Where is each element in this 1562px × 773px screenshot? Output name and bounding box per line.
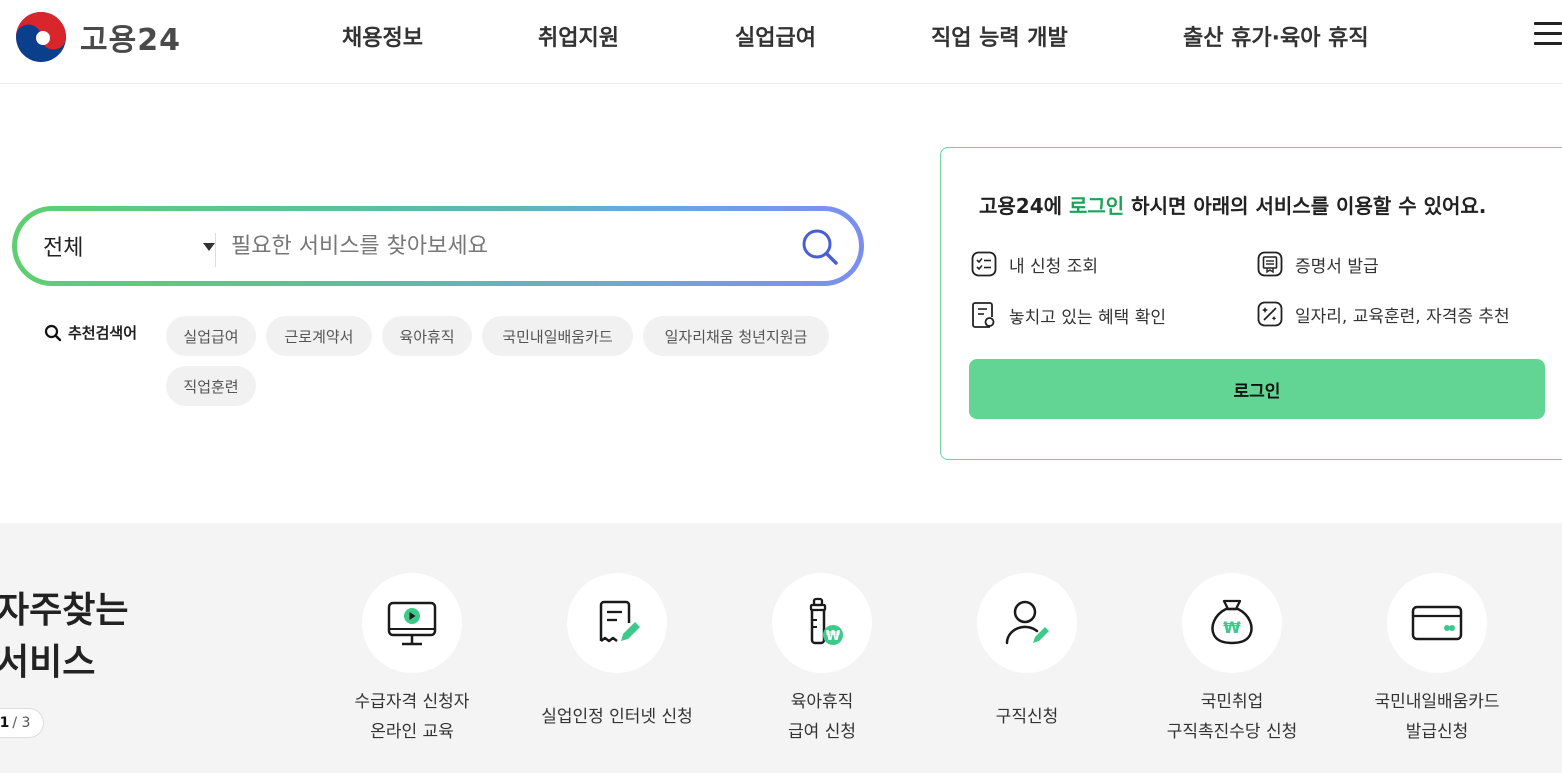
service-my-applications[interactable]: 내 신청 조회 <box>971 251 1098 277</box>
frequent-service-label: 국민내일배움카드 발급신청 <box>1337 687 1537 747</box>
search-input[interactable] <box>231 225 771 267</box>
service-missed-benefits[interactable]: 놓치고 있는 혜택 확인 <box>971 301 1166 329</box>
frequent-service-icon-circle <box>362 573 462 673</box>
card-icon <box>1411 605 1463 641</box>
login-button[interactable]: 로그인 <box>969 359 1545 419</box>
frequent-title-line1: 자주찾는 <box>0 590 129 631</box>
frequent-service-item[interactable]: ₩ 육아휴직 급여 신청 <box>722 573 922 763</box>
keyword-chip[interactable]: 직업훈련 <box>166 366 256 406</box>
frequent-service-item[interactable]: 실업인정 인터넷 신청 <box>517 573 717 763</box>
label-line1: 육아휴직 <box>790 692 854 712</box>
keyword-chip[interactable]: 실업급여 <box>166 316 256 356</box>
recommended-label-text: 추천검색어 <box>68 324 138 342</box>
nav-item-unemployment-benefit[interactable]: 실업급여 <box>735 20 816 52</box>
label-line2: 온라인 교육 <box>370 722 454 742</box>
label-line2: 발급신청 <box>1405 722 1469 742</box>
label-line1: 국민취업 <box>1200 692 1264 712</box>
frequent-service-label: 실업인정 인터넷 신청 <box>517 702 717 732</box>
service-label: 증명서 발급 <box>1295 256 1379 277</box>
caret-down-icon <box>203 243 215 251</box>
keyword-chip[interactable]: 근로계약서 <box>266 316 372 356</box>
keyword-chip[interactable]: 육아휴직 <box>382 316 472 356</box>
login-panel-title: 고용24에 로그인 하시면 아래의 서비스를 이용할 수 있어요. <box>979 190 1486 219</box>
search-bar: 전체 <box>12 206 864 286</box>
nav-item-jobs[interactable]: 채용정보 <box>342 20 423 52</box>
keyword-chip[interactable]: 국민내일배움카드 <box>482 316 633 356</box>
frequent-service-icon-circle <box>567 573 667 673</box>
nav-item-employment-support[interactable]: 취업지원 <box>538 20 619 52</box>
money-bag-won-icon: ₩ <box>1211 599 1253 645</box>
label-line2: 구직촉진수당 신청 <box>1166 722 1298 742</box>
page-current: 1 <box>0 715 10 731</box>
menu-hamburger-icon[interactable] <box>1534 22 1562 48</box>
frequent-service-label: 구직신청 <box>927 702 1127 732</box>
frequent-service-icon-circle <box>977 573 1077 673</box>
label-line1: 실업인정 인터넷 신청 <box>541 707 693 727</box>
taegeuk-logo-icon <box>16 12 66 62</box>
frequent-service-icon-circle <box>1387 573 1487 673</box>
search-bar-inner: 전체 <box>17 211 859 281</box>
label-line2: 급여 신청 <box>788 722 856 742</box>
search-divider <box>215 233 216 267</box>
nav-item-skill-development[interactable]: 직업 능력 개발 <box>931 20 1068 52</box>
search-icon[interactable] <box>799 226 841 268</box>
frequent-service-label: 국민취업 구직촉진수당 신청 <box>1132 687 1332 747</box>
magic-wand-icon <box>1257 301 1283 327</box>
document-search-icon <box>972 302 995 328</box>
baby-bottle-won-icon: ₩ <box>809 597 843 645</box>
label-line1: 구직신청 <box>995 707 1059 727</box>
certificate-icon <box>1257 251 1283 277</box>
svg-text:₩: ₩ <box>1223 618 1241 637</box>
search-category-value: 전체 <box>43 236 84 261</box>
logo-text: 고용24 <box>80 23 181 58</box>
frequent-services-title: 자주찾는 서비스 <box>0 585 128 689</box>
keyword-chip[interactable]: 일자리채움 청년지원금 <box>643 316 829 356</box>
label-line1: 국민내일배움카드 <box>1374 692 1500 712</box>
svg-text:₩: ₩ <box>826 629 841 644</box>
service-label: 내 신청 조회 <box>1009 256 1099 277</box>
recommended-keywords-label: 추천검색어 <box>44 322 137 343</box>
service-label: 일자리, 교육훈련, 자격증 추천 <box>1295 306 1510 327</box>
page-total: / 3 <box>12 715 31 731</box>
checklist-icon <box>971 251 997 277</box>
nav-item-parental-leave[interactable]: 출산 휴가·육아 휴직 <box>1183 20 1369 52</box>
service-certificate-issue[interactable]: 증명서 발급 <box>1257 251 1379 277</box>
frequent-service-label: 육아휴직 급여 신청 <box>722 687 922 747</box>
service-recommendations[interactable]: 일자리, 교육훈련, 자격증 추천 <box>1257 301 1510 327</box>
frequent-service-label: 수급자격 신청자 온라인 교육 <box>312 687 512 747</box>
frequent-services-section: 자주찾는 서비스 1/ 3 수급자격 신청자 온라인 교육 실업인정 인터넷 신… <box>0 523 1562 773</box>
frequent-service-item[interactable]: 구직신청 <box>927 573 1127 763</box>
monitor-play-icon <box>387 601 437 646</box>
document-pen-icon <box>599 600 640 643</box>
frequent-title-line2: 서비스 <box>0 642 96 683</box>
login-title-highlight: 로그인 <box>1069 194 1125 218</box>
service-label: 놓치고 있는 혜택 확인 <box>1009 307 1166 328</box>
site-logo[interactable]: 고용24 <box>14 10 181 64</box>
login-title-suffix: 하시면 아래의 서비스를 이용할 수 있어요. <box>1124 194 1487 218</box>
label-line1: 수급자격 신청자 <box>354 692 470 712</box>
frequent-service-item[interactable]: 국민내일배움카드 발급신청 <box>1337 573 1537 763</box>
frequent-service-item[interactable]: ₩ 국민취업 구직촉진수당 신청 <box>1132 573 1332 763</box>
search-small-icon <box>44 324 62 341</box>
login-panel: 고용24에 로그인 하시면 아래의 서비스를 이용할 수 있어요. 내 신청 조… <box>940 147 1562 460</box>
search-category-select[interactable]: 전체 <box>43 211 215 281</box>
frequent-service-icon-circle: ₩ <box>772 573 872 673</box>
login-title-prefix: 고용24에 <box>979 194 1069 218</box>
frequent-service-icon-circle: ₩ <box>1182 573 1282 673</box>
person-pen-icon <box>1005 600 1049 645</box>
pagination-indicator: 1/ 3 <box>0 708 44 738</box>
frequent-service-item[interactable]: 수급자격 신청자 온라인 교육 <box>312 573 512 763</box>
site-header: 고용24 채용정보 취업지원 실업급여 직업 능력 개발 출산 휴가·육아 휴직 <box>0 0 1562 84</box>
